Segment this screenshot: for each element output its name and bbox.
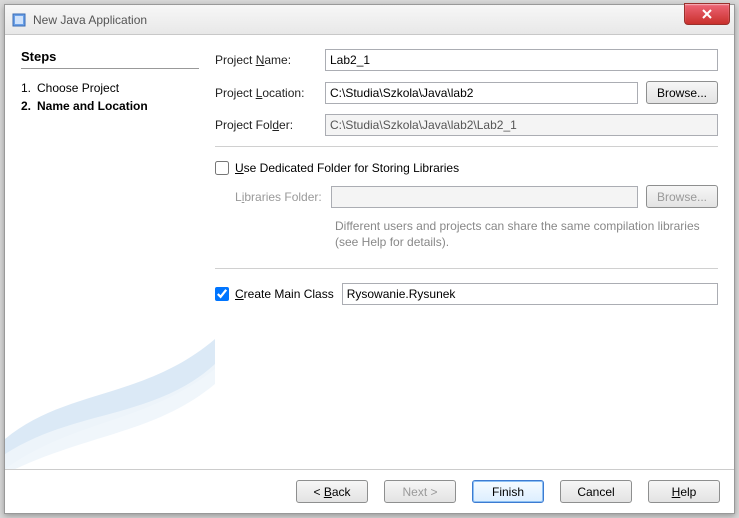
libraries-hint: Different users and projects can share t… bbox=[335, 218, 718, 250]
project-location-input[interactable] bbox=[325, 82, 638, 104]
row-libraries-folder: Libraries Folder: Browse... bbox=[235, 185, 718, 208]
dialog: New Java Application Steps 1.Choose Proj… bbox=[4, 4, 735, 514]
create-main-class-checkbox[interactable] bbox=[215, 287, 229, 301]
row-create-main-class: Create Main Class bbox=[215, 283, 718, 305]
steps-panel: Steps 1.Choose Project 2.Name and Locati… bbox=[15, 45, 205, 459]
separator bbox=[215, 146, 718, 147]
row-dedicated-folder: Use Dedicated Folder for Storing Librari… bbox=[215, 161, 718, 175]
step-choose-project: 1.Choose Project bbox=[21, 79, 199, 97]
label-libraries-folder: Libraries Folder: bbox=[235, 190, 331, 204]
dialog-body: Steps 1.Choose Project 2.Name and Locati… bbox=[5, 35, 734, 469]
dedicated-folder-checkbox[interactable] bbox=[215, 161, 229, 175]
steps-list: 1.Choose Project 2.Name and Location bbox=[21, 79, 199, 115]
steps-heading: Steps bbox=[21, 49, 199, 69]
help-button[interactable]: Help bbox=[648, 480, 720, 503]
decorative-swoosh bbox=[5, 329, 215, 469]
back-button[interactable]: < Back bbox=[296, 480, 368, 503]
browse-location-button[interactable]: Browse... bbox=[646, 81, 718, 104]
close-button[interactable] bbox=[684, 3, 730, 25]
next-button: Next > bbox=[384, 480, 456, 503]
label-project-folder: Project Folder: bbox=[215, 118, 325, 132]
separator-2 bbox=[215, 268, 718, 269]
step-name-and-location: 2.Name and Location bbox=[21, 97, 199, 115]
label-dedicated-folder: Use Dedicated Folder for Storing Librari… bbox=[235, 161, 459, 175]
button-bar: < Back Next > Finish Cancel Help bbox=[5, 469, 734, 513]
row-project-folder: Project Folder: bbox=[215, 114, 718, 136]
finish-button[interactable]: Finish bbox=[472, 480, 544, 503]
project-name-input[interactable] bbox=[325, 49, 718, 71]
browse-libraries-button: Browse... bbox=[646, 185, 718, 208]
libraries-folder-input bbox=[331, 186, 638, 208]
row-project-location: Project Location: Browse... bbox=[215, 81, 718, 104]
label-project-location: Project Location: bbox=[215, 86, 325, 100]
label-create-main-class: Create Main Class bbox=[235, 287, 334, 301]
app-icon bbox=[11, 12, 27, 28]
window-title: New Java Application bbox=[33, 13, 147, 27]
titlebar: New Java Application bbox=[5, 5, 734, 35]
cancel-button[interactable]: Cancel bbox=[560, 480, 632, 503]
label-project-name: Project Name: bbox=[215, 53, 325, 67]
project-folder-input bbox=[325, 114, 718, 136]
main-class-input[interactable] bbox=[342, 283, 718, 305]
form-panel: document.currentScript.previousElementSi… bbox=[205, 45, 724, 459]
row-project-name: Project Name: bbox=[215, 49, 718, 71]
